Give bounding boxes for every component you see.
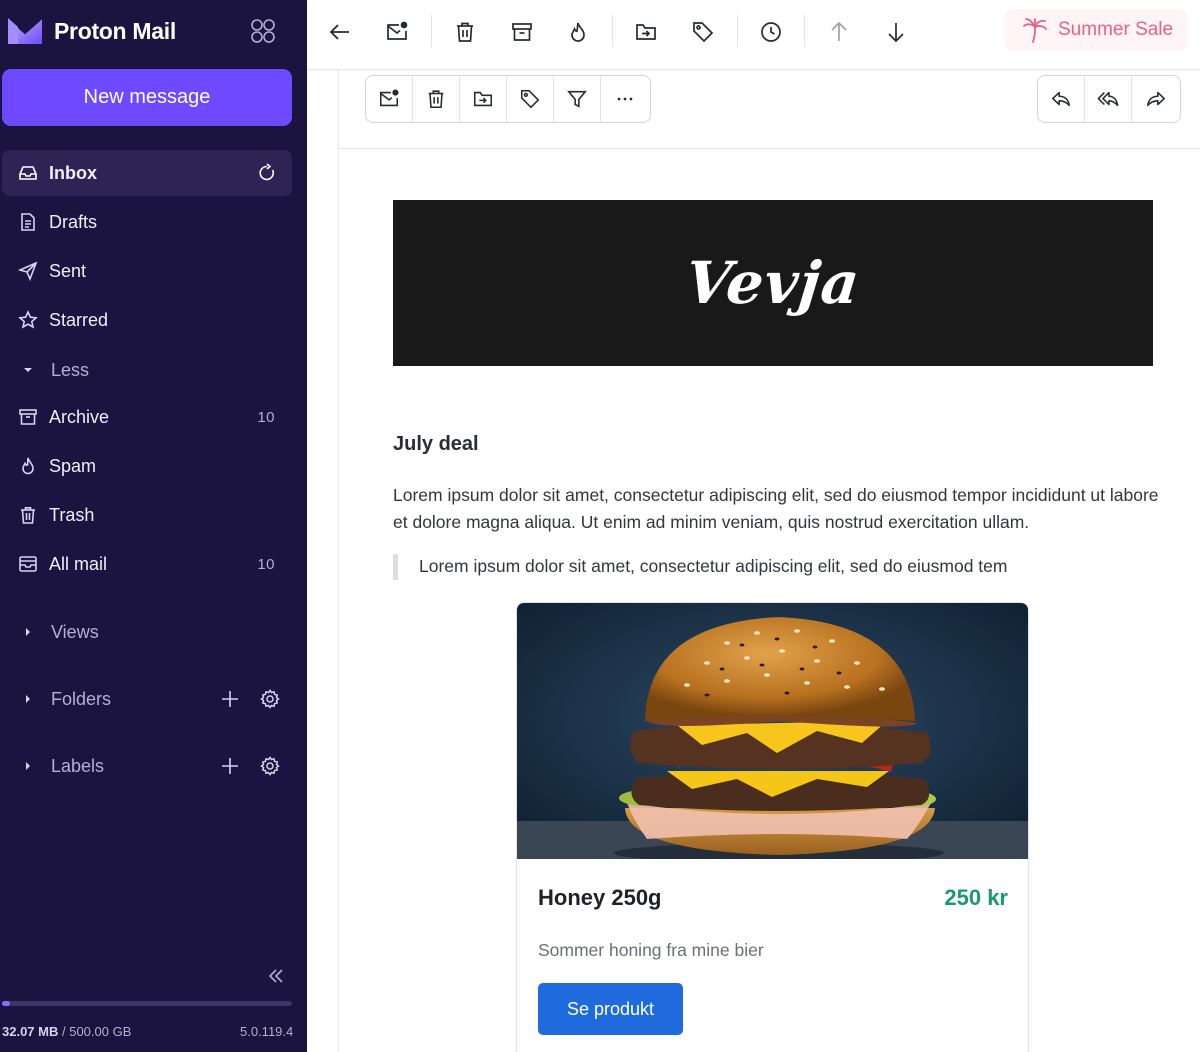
promo-label: Summer Sale [1058, 19, 1174, 40]
product-card: Honey 250g 250 kr Sommer honing fra mine… [516, 602, 1029, 1052]
caret-right-icon [22, 626, 34, 638]
star-icon [18, 310, 38, 330]
email-heading: July deal [393, 433, 479, 455]
storage-bar-fill [2, 1001, 10, 1006]
trash-icon [18, 505, 38, 525]
sidebar-section-labels[interactable]: Labels [2, 743, 292, 789]
toolbar-divider [612, 15, 613, 47]
sidebar-item-starred[interactable]: Starred [2, 297, 292, 343]
sidebar-item-trash[interactable]: Trash [2, 492, 292, 538]
toolbar-divider [804, 15, 805, 47]
add-label-icon[interactable] [220, 756, 240, 776]
sidebar-item-label: Trash [49, 504, 95, 525]
apps-grid-icon[interactable] [248, 16, 278, 46]
sidebar-item-label: Archive [49, 406, 110, 427]
section-label: Views [51, 621, 99, 642]
view-product-button[interactable]: Se produkt [538, 983, 683, 1035]
product-name: Honey 250g [538, 885, 662, 910]
email-paragraph: Lorem ipsum dolor sit amet, consectetur … [393, 485, 1159, 532]
reply-all-icon[interactable] [1085, 76, 1132, 122]
spam-flame-icon[interactable] [564, 18, 592, 46]
message-header-divider [339, 148, 1200, 149]
caret-right-icon [22, 693, 34, 705]
caret-down-icon [22, 364, 34, 376]
label-settings-gear-icon[interactable] [260, 756, 280, 776]
paper-plane-icon [18, 261, 38, 281]
unread-count: 10 [257, 408, 275, 426]
sidebar-item-sent[interactable]: Sent [2, 248, 292, 294]
sidebar-item-label: Less [51, 359, 90, 380]
mark-unread-icon[interactable] [366, 76, 413, 122]
blockquote-bar [393, 554, 398, 580]
sidebar-item-label: Starred [49, 309, 109, 330]
label-tag-icon[interactable] [689, 18, 717, 46]
vevja-logo: Vevja [682, 249, 864, 317]
move-to-folder-icon[interactable] [460, 76, 507, 122]
trash-icon[interactable] [451, 18, 479, 46]
palm-tree-icon [1022, 17, 1048, 43]
sidebar-item-all-mail[interactable]: All mail 10 [2, 541, 292, 587]
filter-funnel-icon[interactable] [554, 76, 601, 122]
snooze-clock-icon[interactable] [757, 18, 785, 46]
flame-icon [18, 456, 38, 476]
reply-icon[interactable] [1038, 76, 1085, 122]
mark-unread-icon[interactable] [383, 18, 411, 46]
section-label: Folders [51, 688, 112, 709]
refresh-icon[interactable] [257, 163, 277, 183]
trash-icon[interactable] [413, 76, 460, 122]
back-arrow-icon[interactable] [326, 18, 354, 46]
sidebar-section-views[interactable]: Views [2, 609, 292, 655]
app-version: 5.0.119.4 [240, 1024, 294, 1039]
sidebar-item-inbox[interactable]: Inbox [2, 150, 292, 196]
unread-count: 10 [257, 555, 275, 573]
caret-right-icon [22, 760, 34, 772]
toolbar-divider [737, 15, 738, 47]
storage-usage: 32.07 MB / 500.00 GB [2, 1024, 131, 1039]
list-divider [338, 70, 339, 1052]
all-mail-icon [18, 554, 38, 574]
toolbar-divider [431, 15, 432, 47]
archive-icon [18, 407, 38, 427]
drafts-icon [18, 212, 38, 232]
proton-logo-icon [7, 17, 43, 44]
storage-total: / 500.00 GB [58, 1024, 132, 1039]
section-label: Labels [51, 755, 105, 776]
sidebar-section-folders[interactable]: Folders [2, 676, 292, 722]
inbox-icon [18, 163, 38, 183]
sidebar-item-drafts[interactable]: Drafts [2, 199, 292, 245]
reply-actions-group [1037, 75, 1181, 123]
more-options-icon[interactable] [601, 76, 648, 122]
brand-name: Proton Mail [54, 17, 176, 44]
sidebar-item-spam[interactable]: Spam [2, 443, 292, 489]
sidebar-item-less[interactable]: Less [2, 347, 292, 393]
sidebar-item-label: Spam [49, 455, 97, 476]
summer-sale-button[interactable]: Summer Sale [1005, 9, 1188, 51]
move-to-folder-icon[interactable] [632, 18, 660, 46]
folder-settings-gear-icon[interactable] [260, 689, 280, 709]
sidebar-item-label: All mail [49, 553, 108, 574]
sidebar-item-archive[interactable]: Archive 10 [2, 394, 292, 440]
top-toolbar: Summer Sale [307, 0, 1200, 70]
label-tag-icon[interactable] [507, 76, 554, 122]
next-message-arrow-down-icon[interactable] [882, 18, 910, 46]
storage-bar-track [2, 1001, 292, 1006]
product-description: Sommer honing fra mine bier [538, 940, 764, 960]
brand[interactable]: Proton Mail [6, 14, 176, 48]
sidebar-item-label: Sent [49, 260, 87, 281]
add-folder-icon[interactable] [220, 689, 240, 709]
storage-used: 32.07 MB [2, 1024, 59, 1039]
product-price: 250 kr [944, 885, 1008, 910]
previous-message-arrow-up-icon[interactable] [825, 18, 853, 46]
sidebar-item-label: Inbox [49, 162, 97, 183]
archive-icon[interactable] [508, 18, 536, 46]
email-blockquote: Lorem ipsum dolor sit amet, consectetur … [419, 556, 1008, 576]
message-actions-group [365, 75, 651, 123]
email-banner: Vevja [393, 200, 1153, 366]
collapse-sidebar-icon[interactable] [266, 966, 286, 986]
product-image-burger [517, 603, 1028, 859]
new-message-button[interactable]: New message [2, 69, 292, 126]
forward-icon[interactable] [1132, 76, 1179, 122]
sidebar-item-label: Drafts [49, 211, 98, 232]
sidebar: Proton Mail New message Inbox Drafts Sen… [0, 0, 307, 1052]
